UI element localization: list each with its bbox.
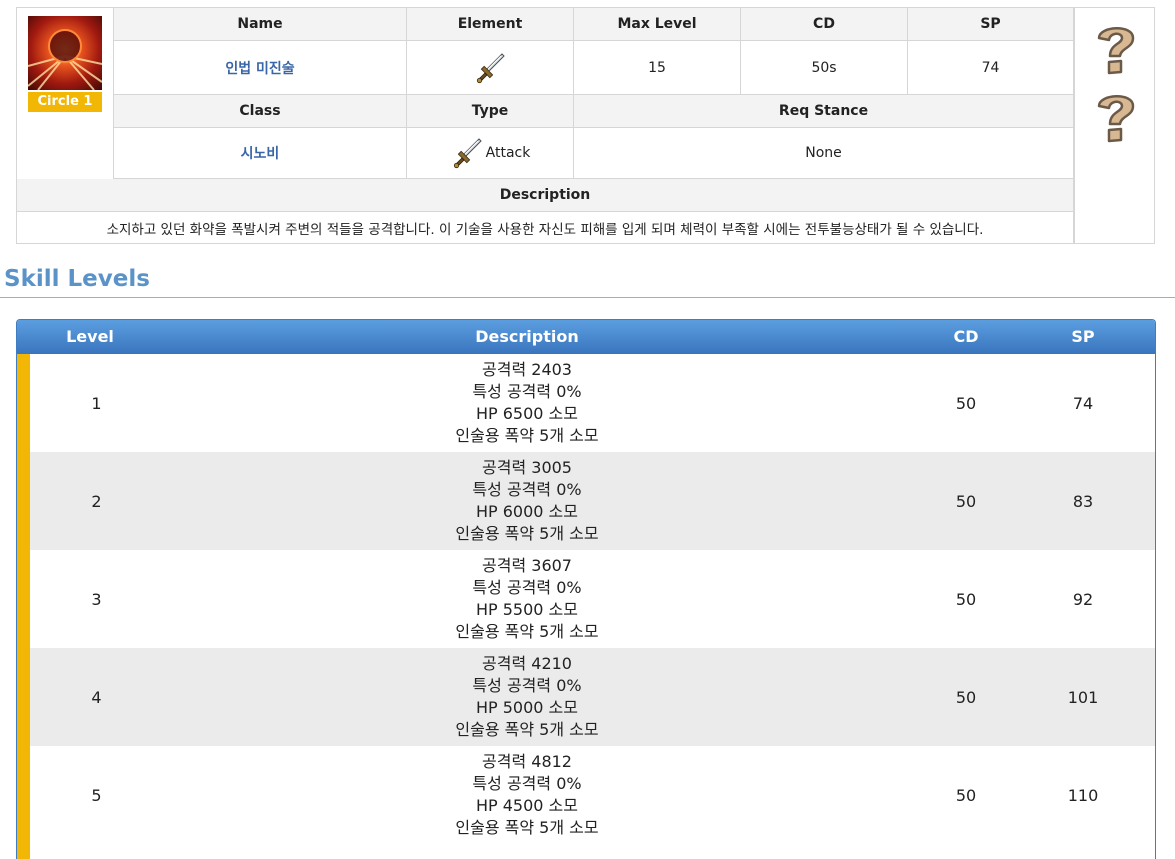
type-cell: Attack: [407, 128, 574, 179]
question-mark-icon: [1097, 27, 1135, 75]
sword-icon: [476, 52, 505, 83]
level-cell: 2: [91, 491, 102, 511]
cd-header: CD: [741, 8, 908, 41]
skill-info-card: Circle 1 Name Element Max Level CD SP 인법…: [16, 7, 1155, 244]
cd-cell: 50: [955, 589, 977, 609]
cd-cell: 50: [955, 687, 977, 707]
skill-levels-table: Level Description CD SP 1 공격력 2403 특성 공격…: [16, 319, 1156, 859]
description-cell: 공격력 3607 특성 공격력 0% HP 5500 소모 인술용 폭약 5개 …: [150, 550, 904, 648]
skill-icon: [28, 16, 102, 90]
sp-cell: 74: [1072, 393, 1094, 413]
skill-name-link[interactable]: 인법 미진술: [225, 58, 294, 78]
description-line: 공격력 4812: [482, 752, 572, 771]
req-stance-header: Req Stance: [574, 95, 1074, 128]
description-line: 특성 공격력 0%: [472, 480, 582, 499]
cd-cell: 50: [955, 785, 977, 805]
table-header: Level Description CD SP: [17, 320, 1155, 354]
description-line: 공격력 2403: [482, 360, 572, 379]
level-cell: 5: [91, 785, 102, 805]
sp-cell: 83: [1072, 491, 1094, 511]
description-line: HP 5500 소모: [475, 600, 578, 619]
description-line: 공격력 3005: [482, 458, 572, 477]
type-header: Type: [407, 95, 574, 128]
sp-cell: 92: [1072, 589, 1094, 609]
level-column-header[interactable]: Level: [30, 320, 150, 354]
description-line: 특성 공격력 0%: [472, 676, 582, 695]
element-cell: [407, 41, 574, 95]
skill-description: 소지하고 있던 화약을 폭발시켜 주변의 적들을 공격합니다. 이 기술을 사용…: [17, 212, 1074, 243]
table-row: 1 공격력 2403 특성 공격력 0% HP 6500 소모 인술용 폭약 5…: [30, 354, 1155, 452]
accent-bar: [17, 354, 30, 859]
description-header: Description: [17, 179, 1074, 212]
description-cell: 공격력 3005 특성 공격력 0% HP 6000 소모 인술용 폭약 5개 …: [150, 452, 904, 550]
name-header: Name: [114, 8, 407, 41]
level-cell: 3: [91, 589, 102, 609]
description-line: 특성 공격력 0%: [472, 382, 582, 401]
description-cell: 공격력 4812 특성 공격력 0% HP 4500 소모 인술용 폭약 5개 …: [150, 746, 904, 844]
description-line: 특성 공격력 0%: [472, 774, 582, 793]
description-line: HP 5000 소모: [475, 698, 578, 717]
circle-badge: Circle 1: [28, 92, 102, 112]
table-row: 5 공격력 4812 특성 공격력 0% HP 4500 소모 인술용 폭약 5…: [30, 746, 1155, 844]
class-cell: 시노비: [114, 128, 407, 179]
description-line: 인술용 폭약 5개 소모: [455, 622, 599, 641]
type-value: Attack: [485, 145, 531, 161]
sp-cell: 101: [1067, 687, 1099, 707]
description-column-header[interactable]: Description: [150, 320, 904, 354]
description-line: 특성 공격력 0%: [472, 578, 582, 597]
level-cell: 4: [91, 687, 102, 707]
table-row: 4 공격력 4210 특성 공격력 0% HP 5000 소모 인술용 폭약 5…: [30, 648, 1155, 746]
section-divider: [0, 297, 1175, 298]
section-title: Skill Levels: [4, 266, 150, 292]
skill-name-cell: 인법 미진술: [114, 41, 407, 95]
description-line: HP 4500 소모: [475, 796, 578, 815]
cd-cell: 50: [955, 491, 977, 511]
level-cell: 1: [91, 393, 102, 413]
description-line: 인술용 폭약 5개 소모: [455, 524, 599, 543]
table-row: 2 공격력 3005 특성 공격력 0% HP 6000 소모 인술용 폭약 5…: [30, 452, 1155, 550]
description-line: 공격력 3607: [482, 556, 572, 575]
description-line: 인술용 폭약 5개 소모: [455, 720, 599, 739]
sword-icon: [453, 138, 482, 169]
max-level-header: Max Level: [574, 8, 741, 41]
max-level-value: 15: [574, 41, 741, 95]
side-icon-column: [1074, 8, 1155, 243]
sp-column-header[interactable]: SP: [1028, 320, 1138, 354]
skill-icon-column: Circle 1: [17, 8, 114, 179]
cd-value: 50s: [741, 41, 908, 95]
description-line: 인술용 폭약 5개 소모: [455, 818, 599, 837]
description-line: 인술용 폭약 5개 소모: [455, 426, 599, 445]
description-line: HP 6500 소모: [475, 404, 578, 423]
sp-cell: 110: [1067, 785, 1099, 805]
description-cell: 공격력 4210 특성 공격력 0% HP 5000 소모 인술용 폭약 5개 …: [150, 648, 904, 746]
element-header: Element: [407, 8, 574, 41]
table-row: 3 공격력 3607 특성 공격력 0% HP 5500 소모 인술용 폭약 5…: [30, 550, 1155, 648]
sp-header: SP: [908, 8, 1074, 41]
question-mark-icon: [1097, 95, 1135, 143]
sp-value: 74: [908, 41, 1074, 95]
class-header: Class: [114, 95, 407, 128]
description-cell: 공격력 2403 특성 공격력 0% HP 6500 소모 인술용 폭약 5개 …: [150, 354, 904, 452]
description-line: 공격력 4210: [482, 654, 572, 673]
cd-column-header[interactable]: CD: [904, 320, 1028, 354]
class-link[interactable]: 시노비: [241, 143, 280, 163]
description-line: HP 6000 소모: [475, 502, 578, 521]
cd-cell: 50: [955, 393, 977, 413]
req-stance-value: None: [574, 128, 1074, 179]
